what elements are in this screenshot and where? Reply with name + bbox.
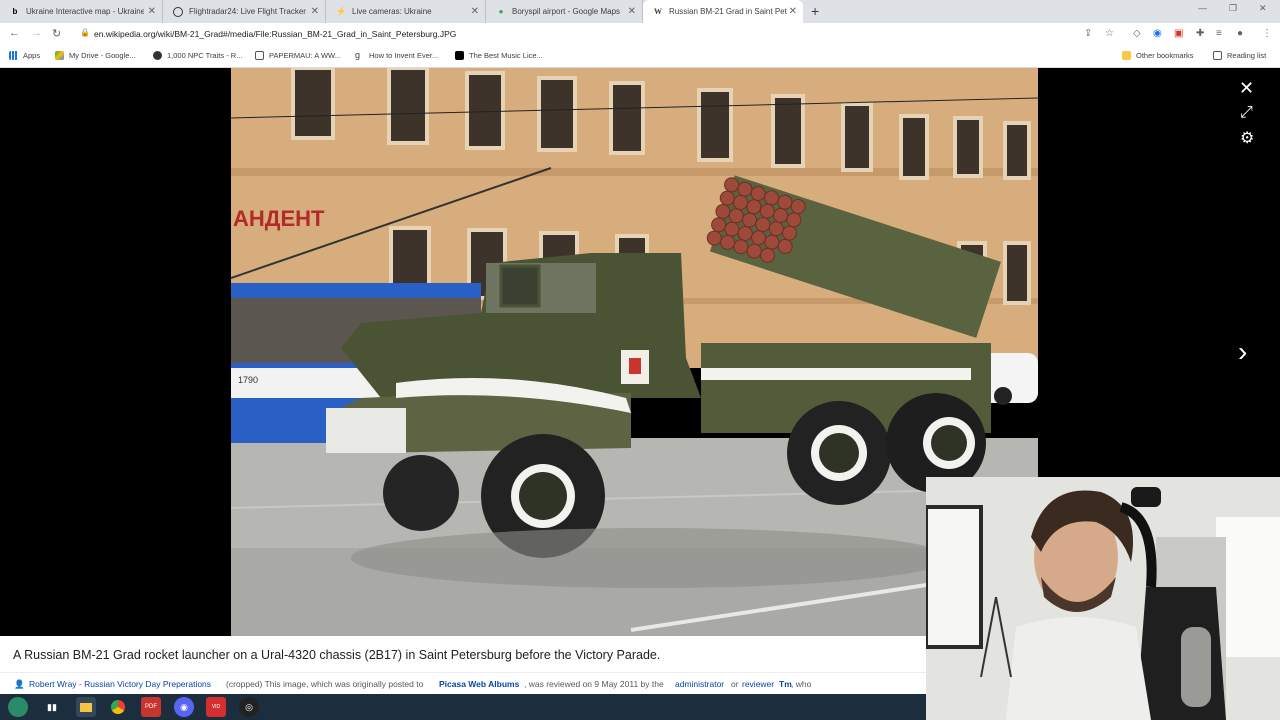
tab-bar: b Ukraine Interactive map - Ukraine ✕ Fl… bbox=[0, 0, 1280, 23]
bookmarks-bar: Apps My Drive - Google... 1,000 NPC Trai… bbox=[0, 46, 1280, 68]
tab-live-cameras[interactable]: ⚡ Live cameras: Ukraine ✕ bbox=[326, 0, 486, 23]
reviewer-name-link[interactable]: Tm bbox=[779, 679, 792, 689]
tab-wikipedia[interactable]: W Russian BM-21 Grad in Saint Peters ✕ bbox=[643, 0, 803, 23]
close-icon[interactable]: ✕ bbox=[789, 6, 797, 17]
extension-blue-icon[interactable]: ◉ bbox=[1153, 28, 1162, 39]
credit-text: , who bbox=[791, 679, 812, 689]
bookmark-label: 1,000 NPC Traits - R... bbox=[167, 51, 243, 60]
star-icon[interactable]: ☆ bbox=[1105, 28, 1114, 39]
reload-icon[interactable]: ↻ bbox=[52, 27, 61, 40]
obs-icon[interactable]: ◎ bbox=[239, 697, 259, 717]
tab-label: Ukraine Interactive map - Ukraine bbox=[26, 7, 144, 16]
source-link[interactable]: Picasa Web Albums bbox=[439, 679, 519, 689]
bookmark-label: My Drive - Google... bbox=[69, 51, 136, 60]
extension-tag-icon[interactable]: ◇ bbox=[1133, 28, 1141, 39]
folder-icon bbox=[1122, 51, 1131, 60]
tab-google-maps[interactable]: ● Boryspil airport - Google Maps ✕ bbox=[486, 0, 643, 23]
taskview-icon[interactable]: ▮▮ bbox=[42, 697, 62, 717]
close-viewer-icon[interactable]: ✕ bbox=[1239, 78, 1254, 99]
bookmark-label: The Best Music Lice... bbox=[469, 51, 543, 60]
settings-gear-icon[interactable]: ⚙ bbox=[1240, 128, 1254, 148]
discord-icon[interactable]: ◉ bbox=[174, 697, 194, 717]
reading-list-icon bbox=[1213, 51, 1222, 60]
bookmark-label: PAPERMAU: A WW... bbox=[269, 51, 341, 60]
vehicle-photo: АНДЕНТ 1790 bbox=[231, 68, 1038, 636]
tab-label: Russian BM-21 Grad in Saint Peters bbox=[669, 7, 787, 16]
restore-icon[interactable]: ❐ bbox=[1229, 3, 1237, 14]
apps-grid-icon bbox=[9, 51, 18, 60]
bookmark-other[interactable]: Other bookmarks bbox=[1122, 51, 1194, 60]
g-icon: g bbox=[355, 50, 361, 60]
author-link[interactable]: Robert Wray - Russian Victory Day Preper… bbox=[29, 679, 211, 689]
liveuamap-icon: b bbox=[12, 6, 18, 16]
bookmark-invent[interactable]: g How to Invent Ever... bbox=[355, 50, 439, 61]
video-app-icon[interactable]: VID bbox=[206, 697, 226, 717]
close-icon[interactable]: ✕ bbox=[148, 6, 156, 17]
bookmark-papermau[interactable]: PAPERMAU: A WW... bbox=[255, 51, 341, 60]
puzzle-icon[interactable]: ✚ bbox=[1196, 28, 1204, 39]
camera-icon: ⚡ bbox=[336, 6, 346, 16]
start-icon[interactable] bbox=[8, 697, 28, 717]
maps-pin-icon: ● bbox=[498, 6, 504, 16]
reading-list[interactable]: Reading list bbox=[1213, 51, 1266, 60]
windows-taskbar: ▮▮ PDF ◉ VID ◎ bbox=[0, 694, 926, 720]
close-icon[interactable]: ✕ bbox=[311, 6, 319, 17]
chrome-icon[interactable] bbox=[108, 697, 128, 717]
image-caption: A Russian BM-21 Grad rocket launcher on … bbox=[0, 636, 926, 672]
bus-number: 1790 bbox=[238, 375, 258, 385]
music-icon bbox=[455, 51, 464, 60]
minimize-icon[interactable]: — bbox=[1198, 3, 1207, 13]
next-image-icon[interactable]: › bbox=[1238, 336, 1247, 368]
fullscreen-icon[interactable]: ⤢ bbox=[1240, 104, 1253, 122]
flightradar-icon bbox=[173, 6, 183, 17]
tab-label: Live cameras: Ukraine bbox=[352, 7, 432, 16]
wikipedia-icon: W bbox=[654, 6, 662, 16]
media-icon[interactable]: ≡ bbox=[1216, 28, 1222, 39]
bookmark-label: Reading list bbox=[1227, 51, 1267, 60]
npc-icon bbox=[153, 51, 162, 60]
credit-text: (cropped) This image, which was original… bbox=[226, 679, 424, 689]
file-explorer-icon[interactable] bbox=[76, 697, 96, 717]
url-field[interactable]: en.wikipedia.org/wiki/BM-21_Grad#/media/… bbox=[94, 29, 456, 39]
credit-text: or bbox=[731, 679, 739, 689]
new-tab-button[interactable]: + bbox=[811, 3, 819, 19]
drive-icon bbox=[55, 51, 64, 60]
bookmark-label: Other bookmarks bbox=[1136, 51, 1194, 60]
papermau-icon bbox=[255, 51, 264, 60]
tab-label: Boryspil airport - Google Maps bbox=[512, 7, 621, 16]
tab-label: Flightradar24: Live Flight Tracker bbox=[189, 7, 306, 16]
bookmark-label: How to Invent Ever... bbox=[369, 51, 439, 60]
bookmark-apps[interactable]: Apps bbox=[9, 51, 40, 60]
bookmark-npc[interactable]: 1,000 NPC Traits - R... bbox=[153, 51, 242, 60]
close-icon[interactable]: ✕ bbox=[628, 6, 636, 17]
credit-text: , was reviewed on 9 May 2011 by the bbox=[524, 679, 664, 689]
image-credits: 👤 Robert Wray - Russian Victory Day Prep… bbox=[0, 672, 926, 694]
address-bar: ← → ↻ 🔒 en.wikipedia.org/wiki/BM-21_Grad… bbox=[0, 23, 1280, 46]
shop-sign: АНДЕНТ bbox=[233, 206, 325, 231]
close-icon[interactable]: ✕ bbox=[471, 6, 479, 17]
window-close-icon[interactable]: ✕ bbox=[1259, 3, 1267, 14]
tab-ukraine-map[interactable]: b Ukraine Interactive map - Ukraine ✕ bbox=[0, 0, 163, 23]
share-icon[interactable]: ⇪ bbox=[1084, 28, 1092, 39]
profile-avatar-icon[interactable]: ● bbox=[1237, 28, 1243, 39]
author-icon: 👤 bbox=[14, 679, 25, 689]
menu-icon[interactable]: ⋮ bbox=[1262, 28, 1272, 39]
bookmark-music[interactable]: The Best Music Lice... bbox=[455, 51, 543, 60]
caption-text: A Russian BM-21 Grad rocket launcher on … bbox=[13, 648, 661, 662]
lock-icon[interactable]: 🔒 bbox=[80, 28, 90, 37]
administrator-link[interactable]: administrator bbox=[675, 679, 724, 689]
webcam-overlay bbox=[926, 477, 1280, 720]
reviewer-link[interactable]: reviewer bbox=[742, 679, 774, 689]
pdf-app-icon[interactable]: PDF bbox=[141, 697, 161, 717]
back-icon[interactable]: ← bbox=[9, 27, 20, 39]
bookmark-label: Apps bbox=[23, 51, 41, 60]
tab-flightradar[interactable]: Flightradar24: Live Flight Tracker ✕ bbox=[163, 0, 326, 23]
extension-red-icon[interactable]: ▣ bbox=[1174, 28, 1183, 39]
forward-icon[interactable]: → bbox=[31, 27, 42, 39]
bookmark-drive[interactable]: My Drive - Google... bbox=[55, 51, 136, 60]
